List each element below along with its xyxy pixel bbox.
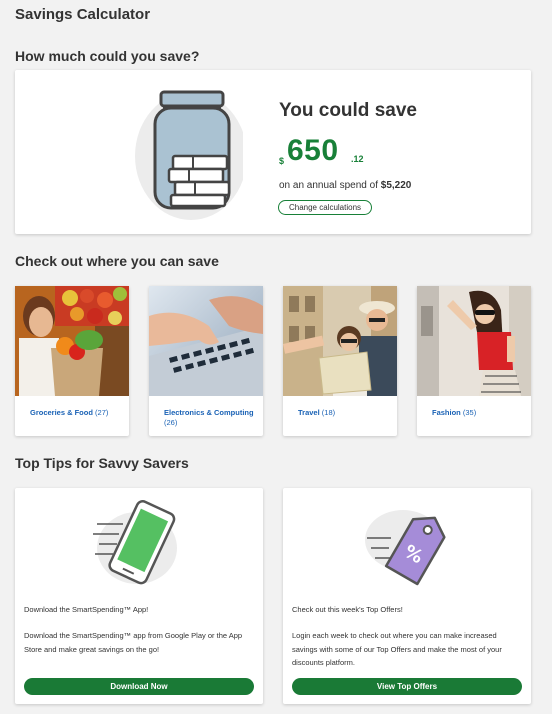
tip-card-app: Download the SmartSpending™ App! Downloa… bbox=[15, 488, 263, 704]
category-name: Fashion bbox=[432, 408, 461, 417]
electronics-image bbox=[149, 286, 263, 396]
groceries-image bbox=[15, 286, 129, 396]
annual-spend-text: on an annual spend of $5,220 bbox=[279, 180, 411, 191]
savings-heading: You could save bbox=[279, 100, 417, 121]
categories-section-title: Check out where you can save bbox=[15, 253, 219, 269]
savings-jar-icon bbox=[133, 90, 247, 220]
annual-spend-prefix: on an annual spend of bbox=[279, 180, 381, 191]
view-top-offers-button[interactable]: View Top Offers bbox=[292, 678, 522, 695]
category-label-groceries[interactable]: Groceries & Food (27) bbox=[30, 408, 122, 418]
category-label-travel[interactable]: Travel (18) bbox=[298, 408, 390, 418]
tip-title: Download the SmartSpending™ App! bbox=[24, 605, 149, 614]
download-now-button[interactable]: Download Now bbox=[24, 678, 254, 695]
category-count: (26) bbox=[164, 418, 178, 427]
category-name: Groceries & Food bbox=[30, 408, 93, 417]
category-name: Electronics & Computing bbox=[164, 408, 254, 417]
currency-symbol: $ bbox=[279, 156, 285, 166]
annual-spend-value: $5,220 bbox=[380, 180, 412, 191]
category-card-groceries[interactable]: Groceries & Food (27) bbox=[15, 286, 129, 436]
tip-card-offers: % Check out this week's Top Offers! Logi… bbox=[283, 488, 531, 704]
category-card-electronics[interactable]: Electronics & Computing (26) bbox=[149, 286, 263, 436]
amount-main: 650 bbox=[287, 134, 339, 167]
category-count: (35) bbox=[462, 408, 477, 417]
change-calculations-button[interactable]: Change calculations bbox=[278, 200, 372, 215]
travel-image bbox=[283, 286, 397, 396]
category-label-fashion[interactable]: Fashion (35) bbox=[432, 408, 524, 418]
discount-tag-icon: % bbox=[357, 494, 457, 594]
savings-card: You could save $ 650 .12 on an annual sp… bbox=[15, 70, 531, 234]
category-name: Travel bbox=[298, 408, 320, 417]
tip-body: Login each week to check out where you c… bbox=[292, 631, 502, 667]
page-title: Savings Calculator bbox=[15, 6, 151, 23]
category-card-fashion[interactable]: Fashion (35) bbox=[417, 286, 531, 436]
category-count: (18) bbox=[321, 408, 336, 417]
amount-cents: .12 bbox=[351, 154, 364, 164]
category-count: (27) bbox=[95, 408, 109, 417]
category-label-electronics[interactable]: Electronics & Computing (26) bbox=[164, 408, 256, 428]
tips-section-title: Top Tips for Savvy Savers bbox=[15, 455, 189, 471]
savings-section-title: How much could you save? bbox=[15, 48, 200, 64]
tip-title: Check out this week's Top Offers! bbox=[292, 605, 403, 614]
phone-app-icon bbox=[89, 494, 189, 594]
fashion-image bbox=[417, 286, 531, 396]
tip-body: Download the SmartSpending™ app from Goo… bbox=[24, 631, 243, 654]
category-card-travel[interactable]: Travel (18) bbox=[283, 286, 397, 436]
